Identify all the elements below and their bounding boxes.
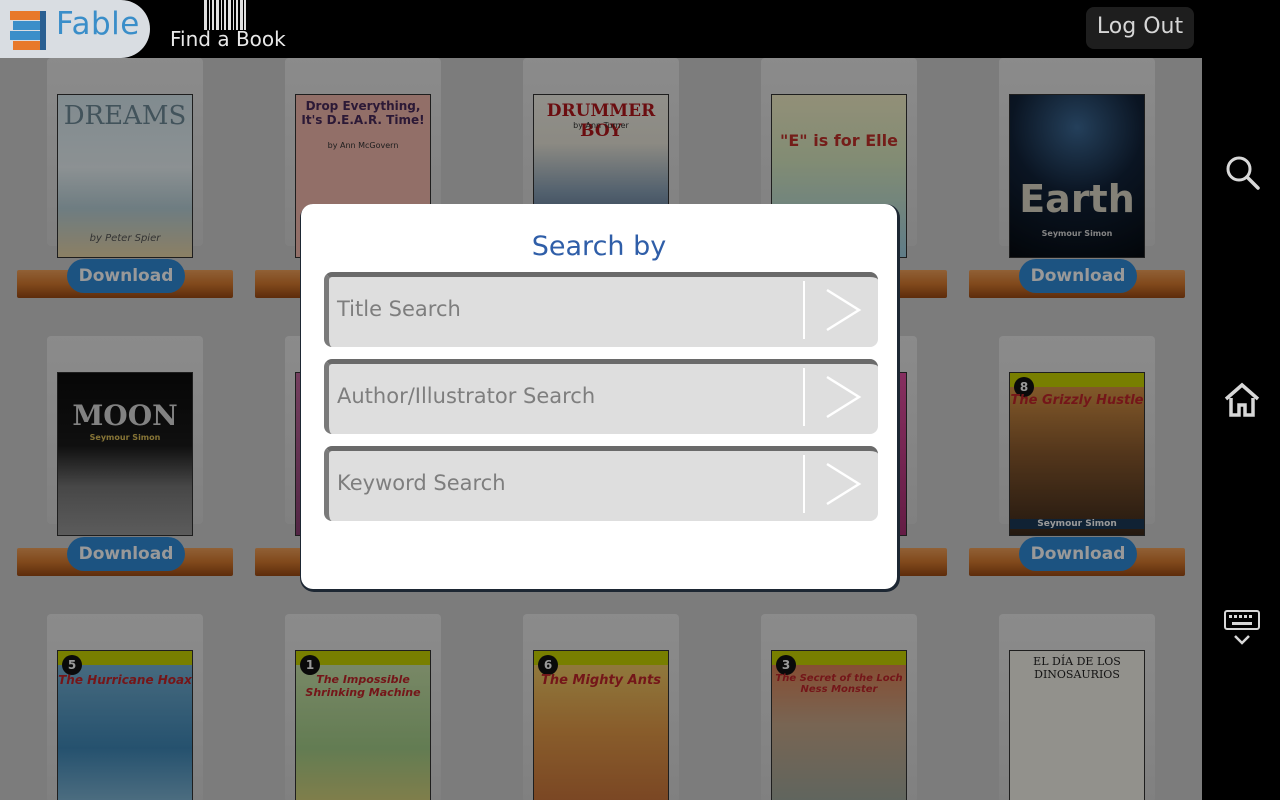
books-logo-icon (10, 11, 46, 50)
chevron-right-icon[interactable] (821, 374, 863, 420)
keyword-search-field[interactable]: Keyword Search (324, 446, 878, 521)
barcode-icon (204, 0, 246, 30)
search-dialog: Search by Title Search Author/Illustrato… (301, 204, 897, 589)
title-search-placeholder: Title Search (337, 297, 461, 321)
top-bar: Fable Find a Book Log Out (0, 0, 1202, 58)
keyword-search-placeholder: Keyword Search (337, 471, 506, 495)
chevron-right-icon[interactable] (821, 287, 863, 333)
find-a-book-label: Find a Book (170, 27, 286, 51)
system-nav-bar (1202, 0, 1280, 800)
find-a-book-button[interactable]: Find a Book (168, 0, 293, 58)
search-icon[interactable] (1222, 152, 1262, 192)
author-illustrator-search-placeholder: Author/Illustrator Search (337, 384, 596, 408)
title-search-field[interactable]: Title Search (324, 272, 878, 347)
fable-logo[interactable]: Fable (0, 0, 150, 58)
home-icon[interactable] (1222, 380, 1262, 420)
chevron-right-icon[interactable] (821, 461, 863, 507)
author-illustrator-search-field[interactable]: Author/Illustrator Search (324, 359, 878, 434)
dialog-title: Search by (531, 231, 667, 262)
keyboard-hide-icon[interactable] (1222, 608, 1262, 648)
log-out-button[interactable]: Log Out (1086, 7, 1194, 49)
app-name: Fable (56, 6, 140, 42)
